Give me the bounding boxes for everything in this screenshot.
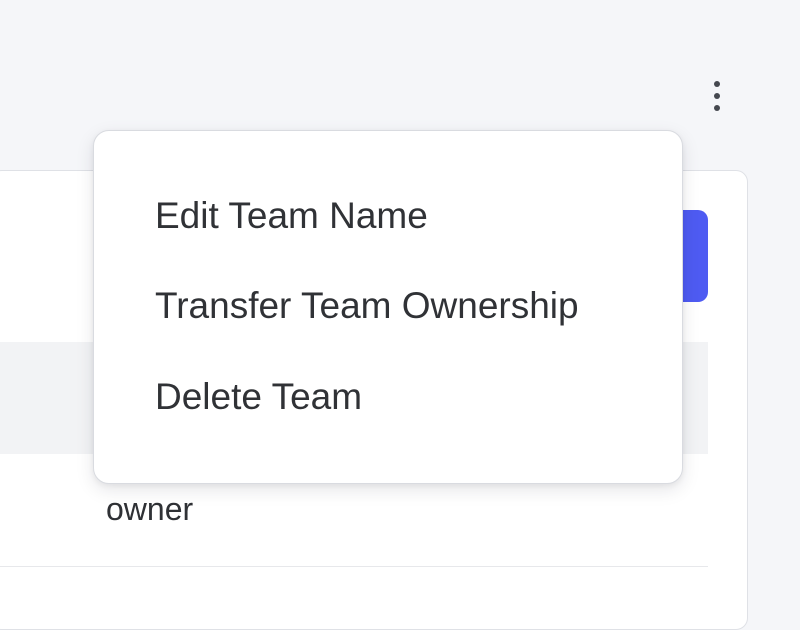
role-cell: owner [106,491,194,527]
menu-item-delete-team[interactable]: Delete Team [94,352,682,442]
more-vertical-icon [714,81,720,111]
team-options-menu: Edit Team Name Transfer Team Ownership D… [93,130,683,484]
more-options-button[interactable] [702,74,732,118]
menu-item-transfer-team-ownership[interactable]: Transfer Team Ownership [94,261,682,351]
menu-item-edit-team-name[interactable]: Edit Team Name [94,171,682,261]
